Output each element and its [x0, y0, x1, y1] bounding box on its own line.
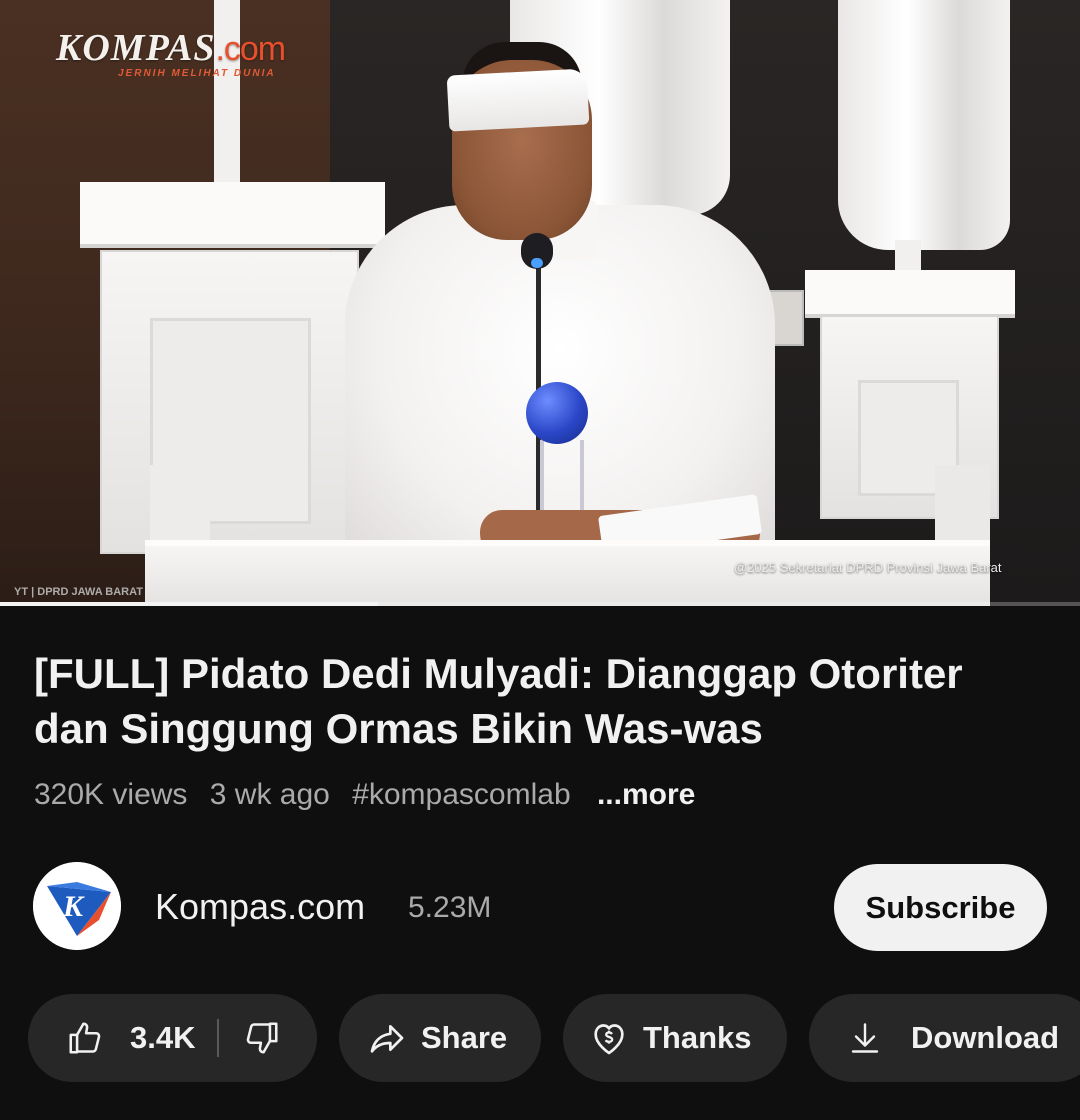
video-brand-logo: KOMPAS.com — [56, 27, 286, 69]
pedestal-right-top — [805, 270, 1015, 318]
hashtag-link[interactable]: #kompascomlab — [352, 778, 570, 811]
like-button[interactable]: 3.4K — [28, 1019, 195, 1057]
like-divider — [217, 1019, 220, 1057]
download-button[interactable]: Download — [809, 994, 1080, 1082]
flag-right — [838, 0, 1010, 250]
thanks-label: Thanks — [643, 1020, 752, 1055]
video-progress-fill — [0, 602, 378, 606]
channel-avatar[interactable]: K — [33, 862, 121, 950]
avatar-letter: K — [62, 890, 85, 923]
download-icon — [851, 1023, 879, 1053]
super-thanks-icon — [594, 1024, 624, 1055]
thanks-button[interactable]: Thanks — [563, 994, 787, 1082]
upload-age: 3 wk ago — [209, 778, 330, 811]
microphone-light — [531, 258, 543, 268]
thumbs-up-icon — [69, 1022, 101, 1054]
more-button[interactable]: ...more — [597, 778, 695, 811]
video-copyright: @2025 Sekretariat DPRD Provinsi Jawa Bar… — [734, 560, 1002, 575]
video-player[interactable]: KOMPAS.com JERNIH MELIHAT DUNIA YT | DPR… — [0, 0, 1080, 606]
pedestal-left-top — [80, 182, 385, 248]
kompas-logo-icon: K — [33, 862, 121, 950]
channel-name[interactable]: Kompas.com — [155, 886, 365, 928]
view-count: 320K views — [34, 778, 188, 811]
dislike-button[interactable] — [243, 1019, 281, 1057]
subscriber-count: 5.23M — [408, 891, 492, 924]
share-label: Share — [421, 1020, 508, 1055]
video-source-credit: YT | DPRD JAWA BARAT — [14, 586, 143, 598]
share-icon — [370, 1025, 404, 1053]
like-dislike-pill: 3.4K — [28, 994, 317, 1082]
download-label: Download — [911, 1020, 1060, 1055]
speaker-headband — [446, 68, 590, 132]
like-count: 3.4K — [130, 1020, 196, 1055]
share-button[interactable]: Share — [339, 994, 541, 1082]
subscribe-button[interactable]: Subscribe — [834, 864, 1047, 951]
video-brand-tagline: JERNIH MELIHAT DUNIA — [118, 68, 276, 79]
podium-globe — [526, 382, 588, 444]
thumbs-down-icon — [247, 1022, 279, 1054]
video-progress-bar[interactable] — [0, 602, 1080, 606]
video-metadata[interactable]: 320K views 3 wk ago #kompascomlab ...mor… — [34, 778, 709, 812]
video-title[interactable]: [FULL] Pidato Dedi Mulyadi: Dianggap Oto… — [34, 646, 1044, 756]
